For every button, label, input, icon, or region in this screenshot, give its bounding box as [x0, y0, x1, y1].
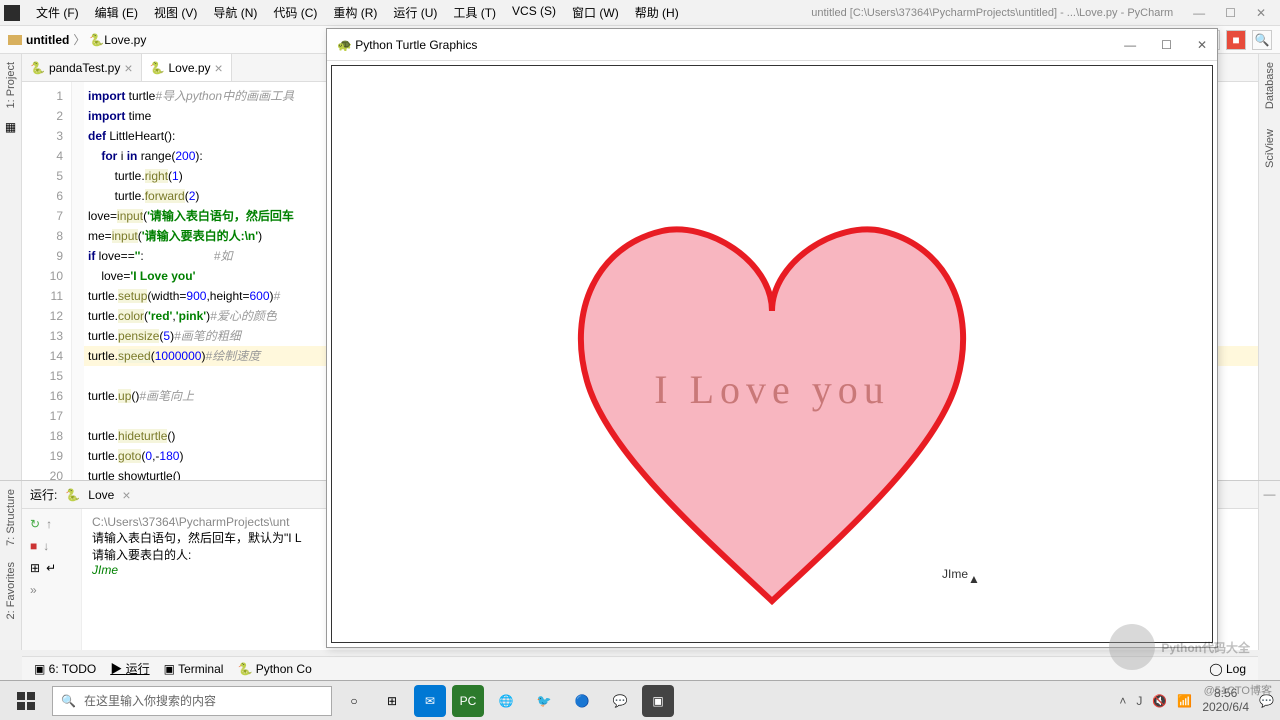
editor-tab[interactable]: 🐍pandaTest.py×: [22, 54, 142, 81]
right-tool-rail: Database SciView: [1258, 54, 1280, 480]
run-config-name[interactable]: Love: [88, 488, 114, 502]
tool-icon[interactable]: ▦: [5, 120, 16, 134]
database-tool[interactable]: Database: [1264, 62, 1276, 109]
project-tool[interactable]: 1: Project: [5, 62, 17, 108]
blog-watermark: @51CTO博客: [1204, 682, 1272, 698]
search-icon: 🔍: [61, 694, 76, 708]
editor-tab[interactable]: 🐍Love.py×: [142, 54, 232, 81]
ie-icon[interactable]: 🌐: [490, 685, 522, 717]
favorites-tool[interactable]: 2: Favorites: [5, 562, 17, 619]
todo-tab[interactable]: ▣ 6: TODO: [34, 662, 96, 676]
turtle-titlebar[interactable]: 🐢 Python Turtle Graphics — ☐ ✕: [327, 29, 1217, 61]
breadcrumb-project[interactable]: untitled: [26, 33, 69, 47]
tray-chevron-icon[interactable]: ˄: [1119, 694, 1126, 708]
python-icon: 🐍: [65, 488, 80, 502]
cortana-icon[interactable]: ○: [338, 685, 370, 717]
stop-button[interactable]: ■: [30, 539, 37, 553]
hide-panel-button[interactable]: —: [1264, 487, 1276, 501]
menu-item[interactable]: 导航 (N): [205, 1, 265, 24]
watermark-logo: [1109, 624, 1155, 670]
app-icon: [4, 5, 20, 21]
input-method-icon[interactable]: J: [1136, 694, 1142, 708]
turtle-title: Python Turtle Graphics: [355, 38, 477, 52]
chrome-icon[interactable]: 🔵: [566, 685, 598, 717]
stop-indicator[interactable]: ■: [1226, 30, 1246, 50]
menu-item[interactable]: 窗口 (W): [564, 1, 627, 24]
window-title: untitled [C:\Users\37364\PycharmProjects…: [811, 7, 1173, 19]
fold-column[interactable]: [72, 82, 84, 480]
windows-taskbar: 🔍 在这里输入你搜索的内容 ○ ⊞ ✉ PC 🌐 🐦 🔵 💬 ▣ ˄ J 🔇 📶…: [0, 680, 1280, 720]
turtle-app-icon: 🐢: [337, 38, 352, 52]
watermark: Python代码大全: [1109, 624, 1250, 670]
bird-app-icon[interactable]: 🐦: [528, 685, 560, 717]
structure-rail: 7: Structure 2: Favorites: [0, 481, 22, 650]
python-console-tab[interactable]: 🐍 Python Co: [237, 662, 311, 676]
menu-item[interactable]: 运行 (U): [385, 1, 445, 24]
menu-item[interactable]: 工具 (T): [445, 1, 504, 24]
python-file-icon: 🐍: [30, 61, 45, 75]
python-file-icon: 🐍: [89, 33, 104, 47]
close-tab-icon[interactable]: ×: [124, 60, 132, 76]
pycharm-app-icon[interactable]: PC: [452, 685, 484, 717]
search-placeholder: 在这里输入你搜索的内容: [84, 692, 216, 709]
gutter: 1234567891011121314151617181920: [22, 82, 72, 480]
structure-tool[interactable]: 7: Structure: [5, 489, 17, 546]
wechat-icon[interactable]: 💬: [604, 685, 636, 717]
turtle-minimize[interactable]: —: [1124, 38, 1136, 52]
signature-text: JIme▲: [942, 561, 980, 586]
folder-icon: [8, 35, 22, 45]
turtle-close[interactable]: ✕: [1197, 38, 1207, 52]
up-trace-button[interactable]: ↑: [46, 517, 52, 531]
left-tool-rail: 1: Project ▦: [0, 54, 22, 480]
down-trace-button[interactable]: ↓: [43, 539, 49, 553]
turtle-maximize[interactable]: ☐: [1161, 38, 1172, 52]
taskbar-search[interactable]: 🔍 在这里输入你搜索的内容: [52, 686, 332, 716]
sciview-tool[interactable]: SciView: [1264, 129, 1276, 168]
search-button[interactable]: 🔍: [1252, 30, 1272, 50]
menu-item[interactable]: 代码 (C): [265, 1, 325, 24]
run-toolbar: ↻ ↑ ■ ↓ ⊞ ↵ »: [22, 509, 82, 650]
breadcrumb-file[interactable]: Love.py: [104, 33, 146, 47]
menubar: 文件 (F)编辑 (E)视图 (V)导航 (N)代码 (C)重构 (R)运行 (…: [0, 0, 1280, 26]
start-button[interactable]: [6, 685, 46, 717]
terminal-app-icon[interactable]: ▣: [642, 685, 674, 717]
mail-app-icon[interactable]: ✉: [414, 685, 446, 717]
heart-shape: [547, 221, 997, 621]
python-file-icon: 🐍: [150, 61, 165, 75]
menu-item[interactable]: 帮助 (H): [627, 1, 687, 24]
turtle-window: 🐢 Python Turtle Graphics — ☐ ✕ I Love yo…: [326, 28, 1218, 648]
maximize-button[interactable]: ☐: [1225, 6, 1236, 20]
heart-text: I Love you: [654, 366, 890, 413]
volume-icon[interactable]: 🔇: [1152, 694, 1167, 708]
menu-item[interactable]: 视图 (V): [146, 1, 205, 24]
minimize-button[interactable]: —: [1193, 6, 1205, 20]
menu-item[interactable]: 重构 (R): [325, 1, 385, 24]
menu-item[interactable]: 文件 (F): [28, 1, 87, 24]
bottom-tool-tabs: ▣ 6: TODO ▶ 运行 ▣ Terminal 🐍 Python Co ◯ …: [22, 656, 1258, 680]
rerun-button[interactable]: ↻: [30, 517, 40, 531]
menu-item[interactable]: 编辑 (E): [87, 1, 146, 24]
close-run-tab[interactable]: ×: [122, 487, 130, 503]
wrap-button[interactable]: ↵: [46, 561, 56, 575]
layout-button[interactable]: ⊞: [30, 561, 40, 575]
terminal-tab[interactable]: ▣ Terminal: [164, 662, 224, 676]
turtle-canvas: I Love you JIme▲: [331, 65, 1213, 643]
run-tab[interactable]: ▶ 运行: [110, 660, 149, 677]
run-label: 运行:: [30, 486, 57, 503]
wifi-icon[interactable]: 📶: [1177, 694, 1192, 708]
close-button[interactable]: ✕: [1256, 6, 1266, 20]
task-view-icon[interactable]: ⊞: [376, 685, 408, 717]
close-tab-icon[interactable]: ×: [215, 60, 223, 76]
menu-item[interactable]: VCS (S): [504, 1, 564, 24]
